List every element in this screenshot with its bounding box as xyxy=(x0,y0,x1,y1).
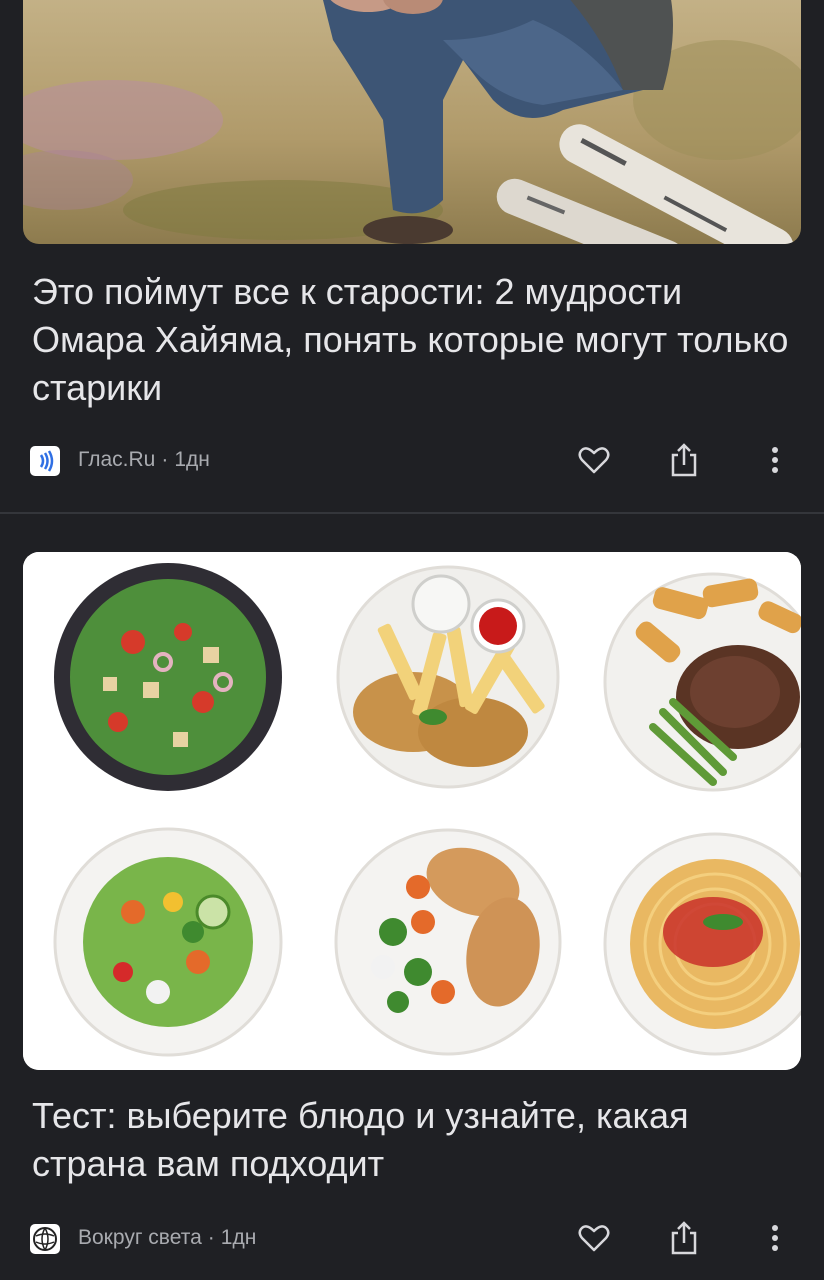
source-line[interactable]: Вокруг света · 1дн xyxy=(78,1226,256,1250)
more-button[interactable] xyxy=(755,440,795,480)
source-name[interactable]: Вокруг света xyxy=(78,1226,202,1249)
article-image-1[interactable] xyxy=(23,0,801,244)
share-icon xyxy=(671,1221,697,1255)
man-on-logs-image xyxy=(23,0,801,244)
separator-dot: · xyxy=(161,448,169,471)
source-line[interactable]: Глас.Ru · 1дн xyxy=(78,448,210,472)
share-button[interactable] xyxy=(664,1218,704,1258)
heart-icon xyxy=(578,1225,610,1252)
food-plates-image xyxy=(23,552,801,1070)
source-name[interactable]: Глас.Ru xyxy=(78,448,155,471)
more-button[interactable] xyxy=(755,1218,795,1258)
more-vert-icon xyxy=(772,1225,778,1251)
sound-wave-icon[interactable] xyxy=(30,446,60,476)
more-vert-icon xyxy=(772,447,778,473)
article-age: 1дн xyxy=(174,448,210,471)
article-age: 1дн xyxy=(220,1226,257,1249)
globe-logo-icon[interactable] xyxy=(30,1224,60,1254)
like-button[interactable] xyxy=(574,1218,614,1258)
article-image-2[interactable] xyxy=(23,552,801,1070)
share-icon xyxy=(671,443,697,477)
feed-card-2[interactable]: Тест: выберите блюдо и узнайте, какая ст… xyxy=(0,514,824,1280)
separator-dot: · xyxy=(207,1226,215,1249)
feed-card-1[interactable]: Это поймут все к старости: 2 мудрости Ом… xyxy=(0,0,824,512)
article-meta: Вокруг света · 1дн xyxy=(30,1218,794,1258)
heart-icon xyxy=(578,447,610,474)
article-meta: Глас.Ru · 1дн xyxy=(30,440,794,480)
like-button[interactable] xyxy=(574,440,614,480)
share-button[interactable] xyxy=(664,440,704,480)
article-headline[interactable]: Тест: выберите блюдо и узнайте, какая ст… xyxy=(32,1092,792,1188)
article-headline[interactable]: Это поймут все к старости: 2 мудрости Ом… xyxy=(32,268,792,412)
